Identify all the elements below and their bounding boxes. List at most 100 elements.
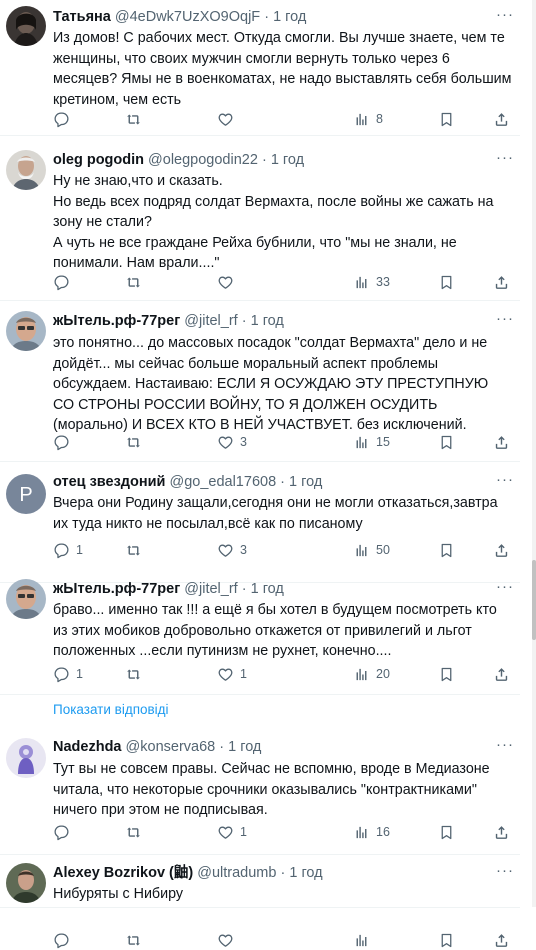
retweet-button[interactable]	[125, 432, 148, 452]
more-icon[interactable]: ···	[496, 310, 514, 327]
share-button[interactable]	[493, 930, 510, 950]
bookmark-button[interactable]	[438, 664, 455, 684]
views-button[interactable]: 16	[353, 822, 390, 842]
bookmark-button[interactable]	[438, 272, 455, 292]
tweet[interactable]: жЫтель.рф-77рег @jitel_rf · 1 год ··· брав…	[0, 566, 520, 695]
avatar[interactable]	[6, 579, 46, 619]
scrollbar-thumb[interactable]	[532, 560, 536, 640]
like-button[interactable]: 3	[217, 432, 247, 452]
views-icon	[356, 544, 367, 556]
timestamp[interactable]: 1 год	[289, 474, 322, 490]
tweet-text: Из домов! С рабочих мест. Откуда смогли.…	[53, 30, 516, 108]
timestamp[interactable]: 1 год	[228, 739, 261, 755]
author-name[interactable]: oleg pogodin	[53, 152, 144, 168]
share-icon	[495, 275, 508, 289]
bookmark-button[interactable]	[438, 109, 455, 129]
views-button[interactable]	[353, 930, 376, 950]
retweet-button[interactable]	[125, 540, 148, 560]
tweet-text: Вчера они Родину защали,сегодня они не м…	[53, 495, 502, 532]
tweet[interactable]: Nadezhda @konserva68 · 1 год ··· Тут вы не…	[0, 724, 520, 855]
author-handle[interactable]: @4eDwk7UzXO9OqjF	[115, 9, 260, 25]
like-button[interactable]	[217, 109, 240, 129]
reply-button[interactable]	[53, 109, 76, 129]
more-icon[interactable]: ···	[496, 149, 514, 166]
like-button[interactable]: 1	[217, 664, 247, 684]
author-handle[interactable]: @ultradumb	[197, 865, 276, 881]
author-name[interactable]: отец звездоний	[53, 474, 165, 490]
timestamp[interactable]: 1 год	[251, 581, 284, 597]
bookmark-button[interactable]	[438, 540, 455, 560]
more-icon[interactable]: ···	[496, 6, 514, 23]
bookmark-icon	[441, 275, 452, 289]
tweet[interactable]: Pотец звездоний @go_edal17608 · 1 год ···…	[0, 462, 520, 583]
share-button[interactable]	[493, 664, 510, 684]
tweet[interactable]: Татьяна @4eDwk7UzXO9OqjF · 1 год ··· Из до…	[0, 0, 520, 136]
author-handle[interactable]: @jitel_rf	[184, 581, 237, 597]
retweet-button[interactable]	[125, 930, 148, 950]
timestamp[interactable]: 1 год	[273, 9, 306, 25]
avatar[interactable]	[6, 6, 46, 46]
share-button[interactable]	[493, 822, 510, 842]
retweet-icon	[127, 827, 140, 837]
reply-button[interactable]	[53, 272, 76, 292]
reply-button[interactable]	[53, 822, 76, 842]
timestamp[interactable]: 1 год	[271, 152, 304, 168]
bookmark-button[interactable]	[438, 822, 455, 842]
action-count: 1	[76, 543, 83, 557]
tweet-actions: 1 16	[53, 822, 513, 842]
more-icon[interactable]: ···	[496, 736, 514, 753]
retweet-button[interactable]	[125, 272, 148, 292]
bookmark-icon	[441, 933, 452, 947]
retweet-button[interactable]	[125, 664, 148, 684]
author-handle[interactable]: @konserva68	[126, 739, 216, 755]
author-name[interactable]: Татьяна	[53, 9, 111, 25]
author-name[interactable]: жЫтель.рф-77рег	[53, 581, 180, 597]
more-icon[interactable]: ···	[496, 862, 514, 879]
like-button[interactable]: 1	[217, 822, 247, 842]
avatar[interactable]	[6, 311, 46, 351]
avatar[interactable]	[6, 150, 46, 190]
author-name[interactable]: жЫтель.рф-77рег	[53, 313, 180, 329]
like-button[interactable]: 3	[217, 540, 247, 560]
share-button[interactable]	[493, 432, 510, 452]
views-button[interactable]: 20	[353, 664, 390, 684]
tweet[interactable]: жЫтель.рф-77рег @jitel_rf · 1 год ··· это …	[0, 301, 520, 462]
retweet-button[interactable]	[125, 109, 148, 129]
separator-dot: ·	[261, 152, 267, 168]
author-name[interactable]: Alexey Bozrikov (鼬)	[53, 865, 193, 881]
views-button[interactable]: 50	[353, 540, 390, 560]
views-button[interactable]: 8	[353, 109, 383, 129]
show-replies-link[interactable]: Показати відповіді	[53, 702, 169, 717]
bookmark-button[interactable]	[438, 432, 455, 452]
share-button[interactable]	[493, 272, 510, 292]
like-button[interactable]	[217, 272, 240, 292]
avatar[interactable]: P	[6, 474, 46, 514]
tweet[interactable]: oleg pogodin @olegpogodin22 · 1 год ··· Ну…	[0, 142, 520, 301]
reply-button[interactable]	[53, 930, 76, 950]
timestamp[interactable]: 1 год	[289, 865, 322, 881]
reply-button[interactable]: 1	[53, 664, 83, 684]
author-handle[interactable]: @jitel_rf	[184, 313, 237, 329]
views-button[interactable]: 33	[353, 272, 390, 292]
author-name[interactable]: Nadezhda	[53, 739, 122, 755]
timestamp[interactable]: 1 год	[251, 313, 284, 329]
scrollbar[interactable]	[532, 0, 536, 907]
bookmark-button[interactable]	[438, 930, 455, 950]
like-button[interactable]	[217, 930, 240, 950]
share-button[interactable]	[493, 540, 510, 560]
more-icon[interactable]: ···	[496, 471, 514, 488]
share-button[interactable]	[493, 109, 510, 129]
views-button[interactable]: 15	[353, 432, 390, 452]
reply-button[interactable]	[53, 432, 76, 452]
reply-button[interactable]: 1	[53, 540, 83, 560]
tweet-actions: 1 3 50	[53, 540, 513, 560]
avatar[interactable]	[6, 863, 46, 903]
retweet-button[interactable]	[125, 822, 148, 842]
share-icon	[495, 667, 508, 681]
author-handle[interactable]: @olegpogodin22	[148, 152, 258, 168]
avatar[interactable]	[6, 738, 46, 778]
tweet[interactable]: Alexey Bozrikov (鼬) @ultradumb · 1 год ··…	[0, 855, 520, 948]
author-handle[interactable]: @go_edal17608	[169, 474, 276, 490]
action-count: 20	[376, 667, 390, 681]
more-icon[interactable]: ···	[496, 578, 514, 595]
